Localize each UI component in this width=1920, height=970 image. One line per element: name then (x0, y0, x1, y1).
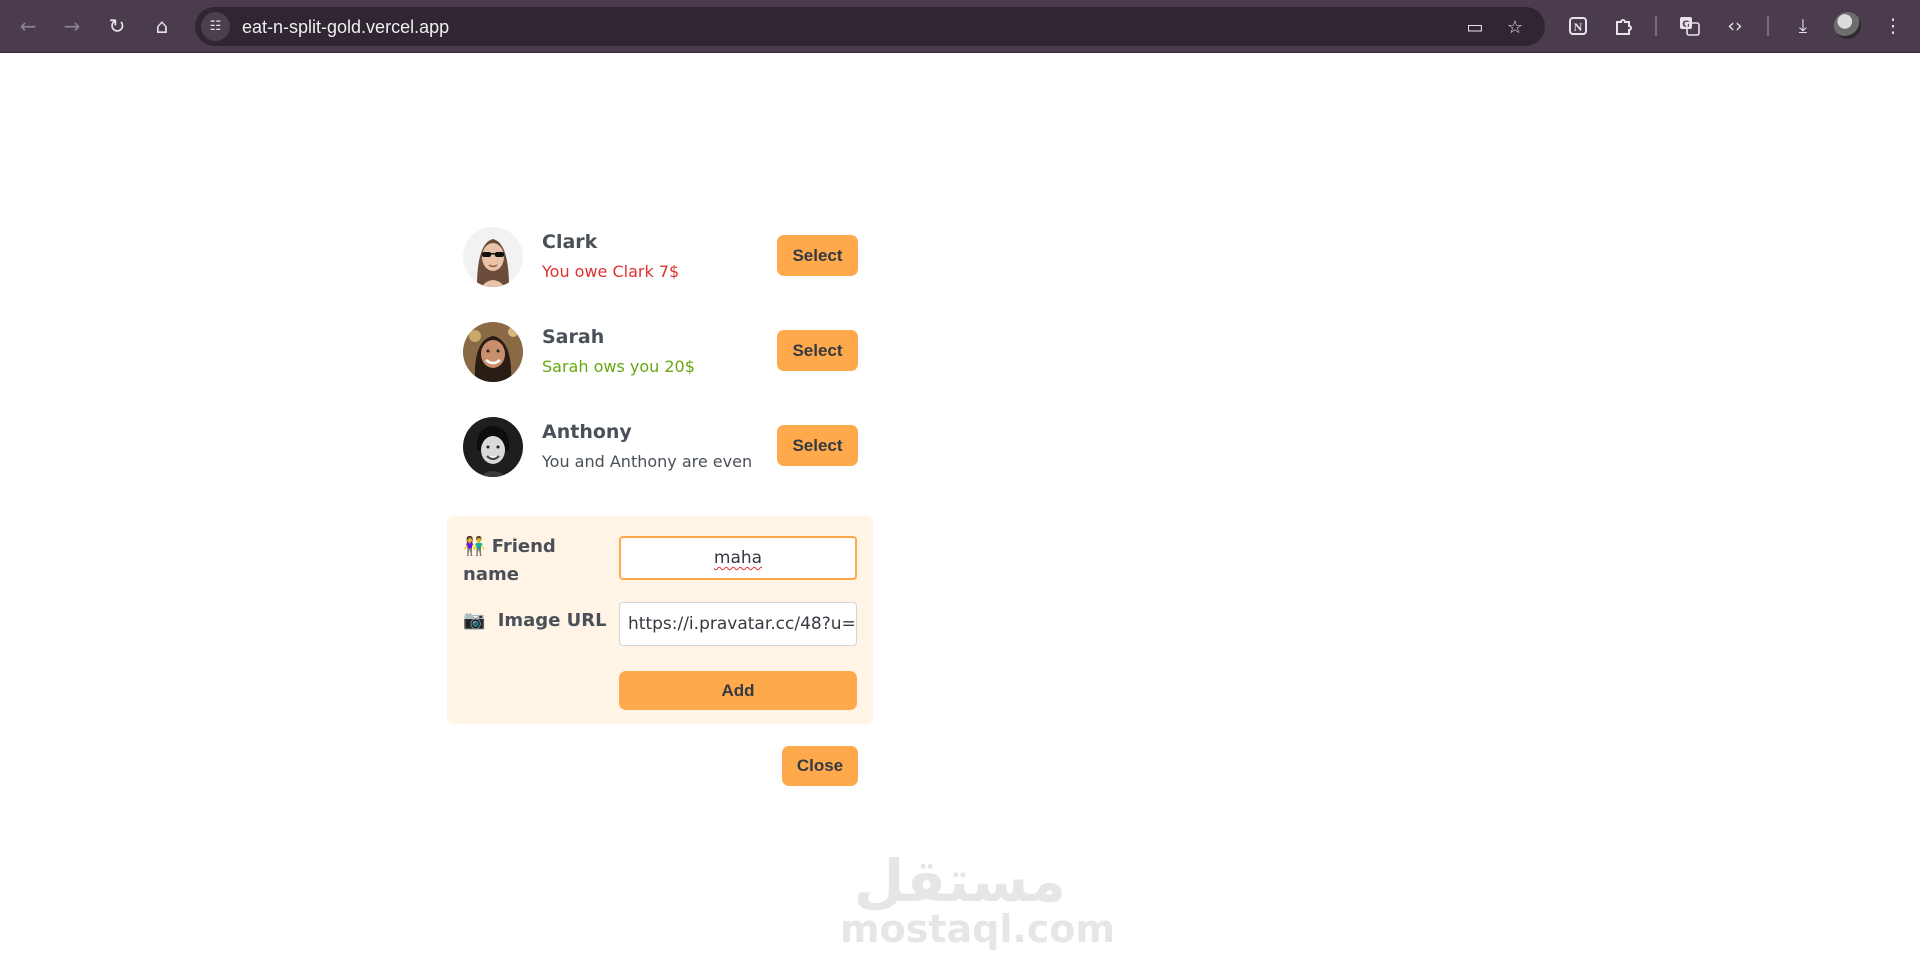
select-button[interactable]: Select (777, 330, 858, 371)
people-icon: 👫 (463, 536, 486, 557)
watermark-latin: mostaql.com (840, 907, 1116, 951)
avatar (463, 227, 523, 287)
arrow-left-icon[interactable]: ← (12, 10, 44, 42)
browser-toolbar: ← → ↻ ⌂ ☷ eat-n-split-gold.vercel.app ▭ … (0, 0, 1920, 53)
add-button[interactable]: Add (619, 671, 857, 710)
watermark-logo: مستقل mostaql.com (840, 847, 1116, 951)
translate-icon[interactable]: G (1675, 11, 1705, 41)
select-button[interactable]: Select (777, 425, 858, 466)
address-bar[interactable]: ☷ eat-n-split-gold.vercel.app ▭ ☆ (195, 7, 1545, 46)
camera-icon: 📷 (463, 610, 486, 631)
toolbar-divider (1655, 16, 1657, 36)
add-friend-form: 👫 Friend name maha 📷 Image URL https://i… (447, 516, 873, 724)
image-url-input[interactable]: https://i.pravatar.cc/48?u= (619, 602, 857, 646)
puzzle-icon[interactable] (1608, 11, 1638, 41)
friend-name: Clark (542, 231, 598, 253)
select-button[interactable]: Select (777, 235, 858, 276)
star-icon[interactable]: ☆ (1502, 14, 1528, 40)
close-button[interactable]: Close (782, 746, 858, 786)
balance-status: Sarah ows you 20$ (542, 357, 695, 376)
toolbar-divider (1767, 16, 1769, 36)
avatar (463, 417, 523, 477)
friend-name: Sarah (542, 326, 605, 348)
kebab-menu-icon[interactable]: ⋮ (1878, 11, 1908, 41)
friend-name-input[interactable]: maha (619, 536, 857, 580)
image-url-label: 📷 Image URL (463, 610, 607, 631)
friend-name-label: 👫 Friend name (463, 536, 556, 585)
svg-text:N: N (1574, 20, 1583, 34)
svg-text:G: G (1682, 20, 1689, 30)
home-icon[interactable]: ⌂ (146, 10, 178, 42)
friend-item-sarah: Sarah Sarah ows you 20$ Select (447, 310, 877, 405)
notion-icon[interactable]: N (1563, 11, 1593, 41)
balance-status: You owe Clark 7$ (542, 262, 680, 281)
profile-avatar[interactable] (1834, 12, 1861, 39)
avatar (463, 322, 523, 382)
friend-item-anthony: Anthony You and Anthony are even Select (447, 405, 877, 500)
watermark-arabic: مستقل (853, 847, 1067, 915)
url-text[interactable]: eat-n-split-gold.vercel.app (242, 17, 449, 38)
install-app-icon[interactable]: ▭ (1462, 14, 1488, 40)
reload-icon[interactable]: ↻ (101, 10, 133, 42)
balance-status: You and Anthony are even (542, 452, 753, 471)
friend-item-clark: Clark You owe Clark 7$ Select (447, 215, 877, 310)
code-icon[interactable]: ‹› (1720, 11, 1750, 41)
arrow-right-icon[interactable]: → (56, 10, 88, 42)
download-icon[interactable]: ⤓ (1788, 11, 1818, 41)
tune-icon[interactable]: ☷ (201, 12, 230, 41)
friend-name: Anthony (542, 421, 632, 443)
